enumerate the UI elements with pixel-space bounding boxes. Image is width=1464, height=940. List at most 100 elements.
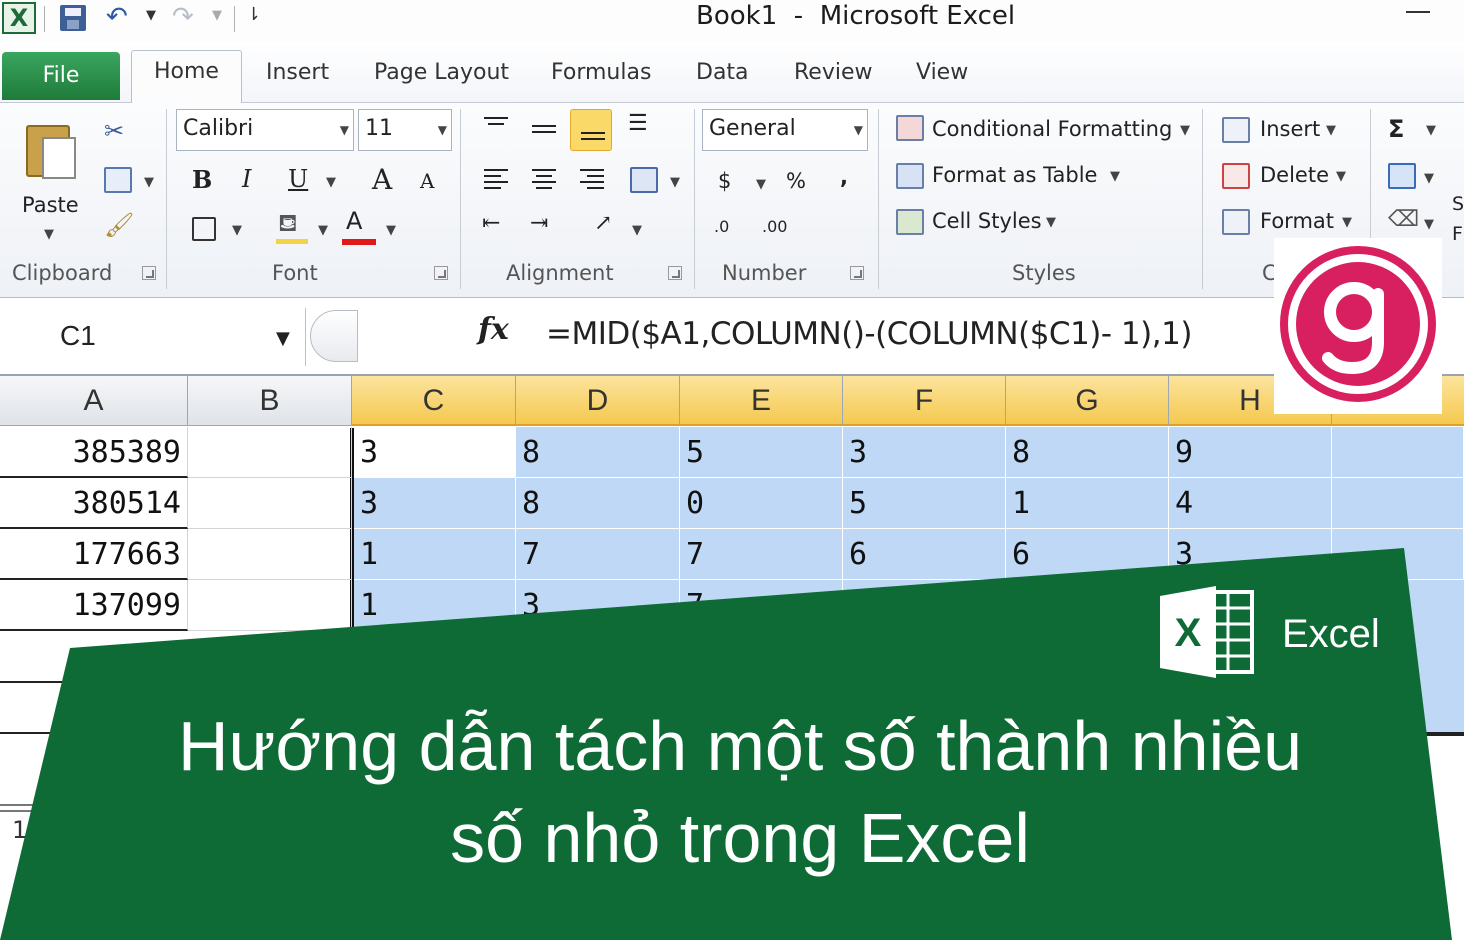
cut-icon[interactable]: ✂ [104, 117, 124, 145]
paste-icon[interactable] [24, 117, 76, 179]
font-color-dropdown-icon[interactable]: ▼ [386, 223, 396, 238]
tab-review[interactable]: Review [794, 60, 873, 85]
excel-app-icon[interactable]: X [2, 2, 36, 34]
tab-file[interactable]: File [2, 52, 120, 100]
paste-button[interactable]: Paste [22, 193, 79, 217]
number-launcher-icon[interactable] [850, 266, 864, 280]
autosum-button[interactable]: Σ [1388, 115, 1404, 143]
font-color-button[interactable]: A [346, 207, 362, 235]
chevron-down-icon[interactable]: ▼ [1110, 169, 1120, 184]
orientation-icon[interactable]: ↗ [594, 211, 612, 236]
column-header-a[interactable]: A [0, 376, 188, 426]
formula-input[interactable]: =MID($A1,COLUMN()-(COLUMN($C1)- 1),1) [546, 316, 1192, 352]
cell-i1[interactable] [1332, 427, 1464, 478]
italic-button[interactable]: I [242, 165, 251, 193]
merge-dropdown-icon[interactable]: ▼ [670, 175, 680, 190]
cell-a1[interactable]: 385389 [0, 427, 188, 478]
alignment-launcher-icon[interactable] [668, 266, 682, 280]
format-painter-icon[interactable]: 🖌 [104, 211, 134, 239]
underline-button[interactable]: U [288, 165, 308, 193]
column-header-e[interactable]: E [680, 376, 843, 426]
decrease-indent-icon[interactable]: ⇤ [482, 211, 500, 236]
column-header-d[interactable]: D [516, 376, 680, 426]
clipboard-launcher-icon[interactable] [142, 266, 156, 280]
underline-dropdown-icon[interactable]: ▼ [326, 175, 336, 190]
formula-bar-splitter[interactable] [310, 310, 358, 362]
cell-c2[interactable]: 3 [354, 478, 516, 529]
tab-data[interactable]: Data [696, 60, 749, 85]
undo-icon[interactable]: ↶ [106, 0, 128, 34]
cell-f2[interactable]: 5 [843, 478, 1006, 529]
cell-g2[interactable]: 1 [1006, 478, 1169, 529]
font-name-select[interactable]: Calibri ▼ [176, 109, 354, 151]
grow-font-button[interactable]: A [372, 163, 392, 196]
conditional-formatting-button[interactable]: Conditional Formatting [932, 117, 1172, 141]
merge-center-icon[interactable] [630, 167, 658, 193]
top-align-button[interactable] [474, 109, 516, 151]
cell-c1[interactable]: 3 [354, 427, 516, 478]
wrap-text-icon[interactable]: ☰ [628, 111, 648, 136]
tab-formulas[interactable]: Formulas [551, 60, 651, 85]
cell-e1[interactable]: 5 [680, 427, 843, 478]
redo-dropdown-icon[interactable]: ▼ [212, 8, 222, 23]
bottom-align-button[interactable] [570, 109, 612, 151]
tab-page-layout[interactable]: Page Layout [374, 60, 509, 85]
cell-h1[interactable]: 9 [1169, 427, 1332, 478]
delete-cells-button[interactable]: Delete [1260, 163, 1329, 187]
column-header-f[interactable]: F [843, 376, 1006, 426]
tab-home[interactable]: Home [131, 50, 242, 104]
insert-function-button[interactable]: fx [478, 312, 509, 347]
orientation-dropdown-icon[interactable]: ▼ [632, 223, 642, 238]
align-left-button[interactable] [474, 159, 516, 201]
cell-d1[interactable]: 8 [516, 427, 680, 478]
fill-icon[interactable] [1388, 163, 1416, 189]
cell-b1[interactable] [188, 427, 352, 478]
chevron-down-icon[interactable]: ▼ [1424, 171, 1434, 186]
fill-color-icon[interactable]: ⛾ [278, 209, 298, 240]
column-header-b[interactable]: B [188, 376, 352, 426]
cell-f1[interactable]: 3 [843, 427, 1006, 478]
middle-align-button[interactable] [522, 109, 564, 151]
decrease-decimal-button[interactable]: .00 [762, 217, 787, 236]
font-launcher-icon[interactable] [434, 266, 448, 280]
cell-d2[interactable]: 8 [516, 478, 680, 529]
chevron-down-icon[interactable]: ▼ [1426, 123, 1436, 138]
borders-dropdown-icon[interactable]: ▼ [232, 223, 242, 238]
cell-i2[interactable] [1332, 478, 1464, 529]
fill-color-dropdown-icon[interactable]: ▼ [318, 223, 328, 238]
cell-styles-button[interactable]: Cell Styles [932, 209, 1042, 233]
currency-dropdown-icon[interactable]: ▼ [756, 177, 766, 192]
cell-h2[interactable]: 4 [1169, 478, 1332, 529]
clear-icon[interactable]: ⌫ [1388, 207, 1419, 232]
copy-icon[interactable] [104, 167, 132, 193]
cell-e2[interactable]: 0 [680, 478, 843, 529]
save-icon[interactable] [60, 5, 86, 31]
increase-decimal-button[interactable]: .0 [714, 217, 729, 236]
format-cells-button[interactable]: Format [1260, 209, 1334, 233]
undo-dropdown-icon[interactable]: ▼ [146, 8, 156, 23]
paste-dropdown-icon[interactable]: ▼ [44, 227, 54, 242]
cell-a2[interactable]: 380514 [0, 478, 188, 529]
tab-insert[interactable]: Insert [266, 60, 329, 85]
align-center-button[interactable] [522, 159, 564, 201]
increase-indent-icon[interactable]: ⇥ [530, 211, 548, 236]
borders-icon[interactable] [192, 217, 216, 241]
chevron-down-icon[interactable]: ▼ [1180, 123, 1190, 138]
comma-button[interactable]: , [840, 165, 848, 189]
format-as-table-button[interactable]: Format as Table [932, 163, 1097, 187]
copy-dropdown-icon[interactable]: ▼ [144, 175, 154, 190]
insert-cells-button[interactable]: Insert [1260, 117, 1320, 141]
chevron-down-icon[interactable]: ▼ [1336, 169, 1346, 184]
percent-button[interactable]: % [786, 169, 806, 193]
tab-view[interactable]: View [916, 60, 968, 85]
chevron-down-icon[interactable]: ▼ [1424, 217, 1434, 232]
name-box[interactable]: C1 ▼ [0, 308, 306, 366]
chevron-down-icon[interactable]: ▼ [1326, 123, 1336, 138]
currency-button[interactable]: $ [718, 169, 731, 193]
align-right-button[interactable] [570, 159, 612, 201]
number-format-select[interactable]: General ▼ [702, 109, 868, 151]
column-header-c[interactable]: C [352, 376, 516, 426]
cell-g1[interactable]: 8 [1006, 427, 1169, 478]
column-header-g[interactable]: G [1006, 376, 1169, 426]
minimize-button[interactable] [1406, 2, 1432, 26]
